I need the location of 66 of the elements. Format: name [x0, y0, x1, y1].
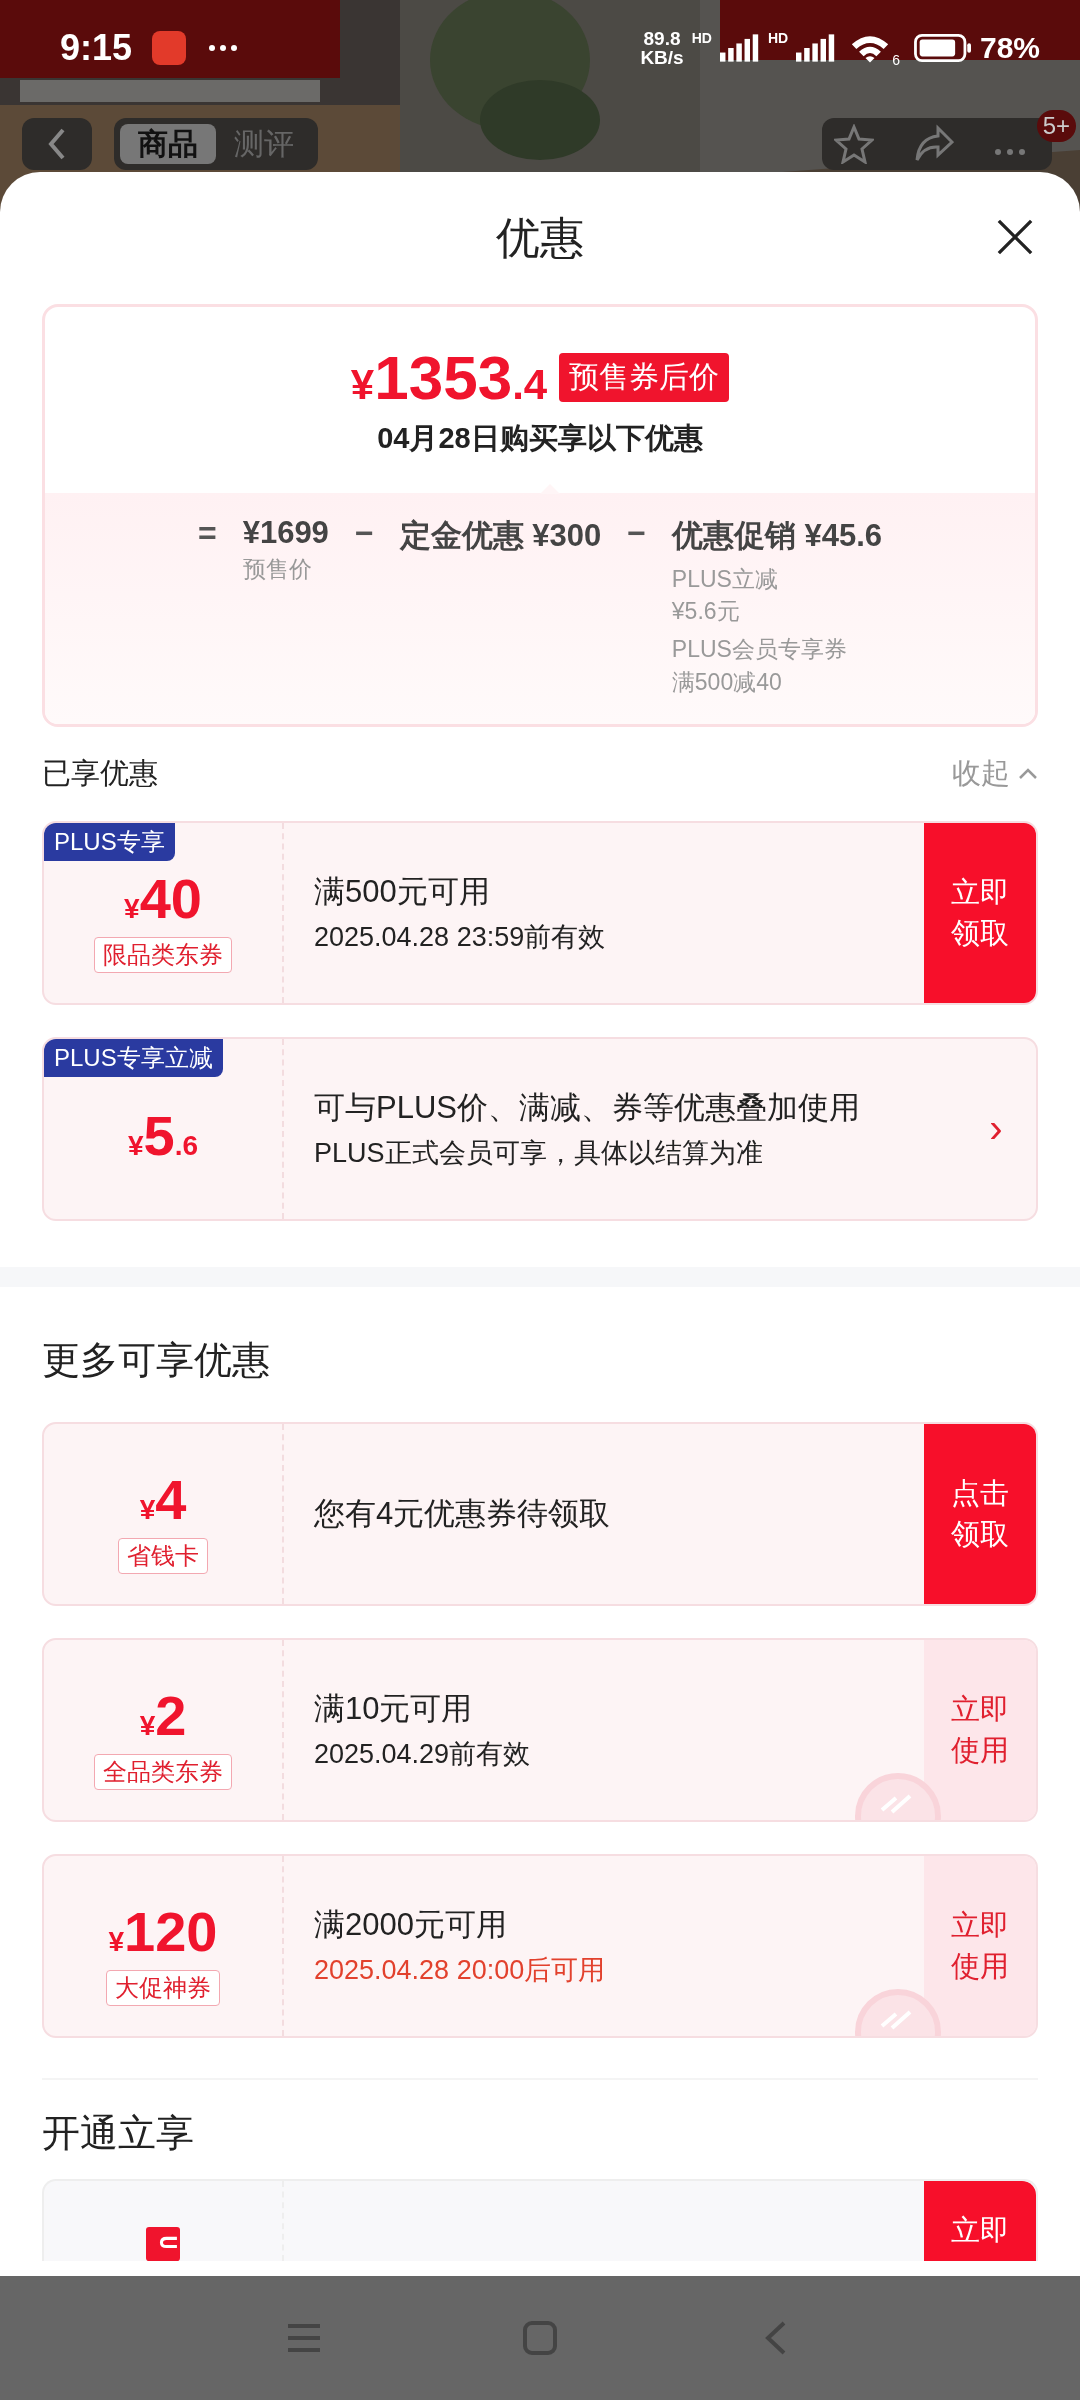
- coupon-tag: 限品类东券: [94, 937, 232, 974]
- coupon-tag: 省钱卡: [118, 1538, 208, 1575]
- network-speed: 89.8 KB/s: [640, 29, 684, 67]
- discount-amount: ¥5.6元: [671, 597, 741, 627]
- coupon-button[interactable]: 点击领取: [924, 1423, 1036, 1604]
- signal-icon: [796, 34, 837, 62]
- wifi-label: 6: [892, 52, 900, 68]
- coupon-ribbon: PLUS专享立减: [44, 1038, 223, 1077]
- term-label: 预售价: [242, 555, 313, 584]
- sheet-title: 优惠: [496, 211, 584, 264]
- back-icon: [47, 127, 67, 161]
- signal-icon: [719, 34, 760, 62]
- coupon-title: 满500元可用: [314, 872, 491, 911]
- coupon-title: 满10元可用: [314, 1689, 474, 1728]
- join-button[interactable]: 立即: [924, 2180, 1036, 2261]
- collapse-toggle[interactable]: 收起: [952, 753, 1038, 794]
- coupon-title: 满2000元可用: [314, 1905, 508, 1944]
- price-subtitle: 04月28日购买享以下优惠: [377, 420, 703, 456]
- coupon-ribbon: PLUS专享: [44, 822, 175, 861]
- back-button[interactable]: [22, 118, 92, 170]
- coupon-amount: ¥40: [124, 866, 202, 932]
- page-tab[interactable]: 商品: [120, 124, 216, 164]
- price-term: 优惠促销 ¥45.6: [671, 517, 883, 555]
- coupon-tag: 大促神券: [106, 1970, 220, 2007]
- price-term: 定金优惠 ¥300: [399, 517, 602, 555]
- coupon-amount: ¥2: [139, 1683, 187, 1749]
- star-icon[interactable]: [834, 124, 874, 164]
- status-time: 9:15: [60, 27, 133, 69]
- operator-sign: −: [627, 515, 646, 552]
- section-title: 开通立享: [42, 2110, 195, 2156]
- operator-sign: =: [197, 515, 217, 552]
- section-title: 已享优惠: [42, 755, 158, 791]
- price-term: ¥1699: [242, 515, 329, 551]
- coupon-tag: 全品类东券: [94, 1754, 232, 1791]
- wifi-icon: [850, 33, 891, 63]
- operator-sign: −: [354, 515, 374, 552]
- coupon-button[interactable]: 立即领取: [924, 822, 1036, 1003]
- section-title: 更多可享优惠: [42, 1337, 271, 1383]
- coupon-amount: ¥4: [139, 1467, 187, 1533]
- page-tab[interactable]: 测评: [216, 124, 312, 164]
- coupon-validity: 2025.04.29前有效: [314, 1737, 532, 1771]
- coupon-title: 您有4元优惠券待领取: [314, 1494, 612, 1533]
- price-tag: 预售券后价: [559, 352, 730, 402]
- final-price: ¥1353.4: [350, 341, 548, 413]
- more-notifications-icon: [208, 44, 239, 52]
- chevron-icon: [1018, 767, 1038, 780]
- coupon-validity: PLUS正式会员可享，具体以结算为准: [314, 1136, 764, 1170]
- home-icon[interactable]: [522, 2320, 558, 2356]
- chevron-button[interactable]: ›: [956, 1038, 1036, 1219]
- coupon-validity: 2025.04.28 20:00后可用: [314, 1953, 607, 1987]
- network-type-label: HD: [691, 30, 712, 46]
- close-icon[interactable]: [996, 218, 1034, 256]
- battery-icon: [913, 34, 972, 62]
- coupon-title: 可与PLUS价、满减、券等优惠叠加使用: [314, 1088, 861, 1127]
- coupon-amount: ¥5.6: [127, 1103, 199, 1169]
- network-type-label: HD: [767, 30, 789, 46]
- more-icon[interactable]: [994, 148, 1026, 156]
- coupon-validity: 2025.04.28 23:59前有效: [314, 920, 607, 954]
- battery-percent: 78%: [979, 31, 1040, 65]
- discount-name: PLUS会员专享券: [671, 635, 848, 665]
- discount-name: PLUS立减: [671, 565, 779, 594]
- coupon-button[interactable]: 立即使用: [924, 1639, 1036, 1820]
- app-icon: [152, 31, 187, 65]
- discount-amount: 满500减40: [671, 667, 783, 697]
- coupon-amount: ¥120: [108, 1899, 218, 1965]
- coupon-button[interactable]: 立即使用: [924, 1855, 1036, 2036]
